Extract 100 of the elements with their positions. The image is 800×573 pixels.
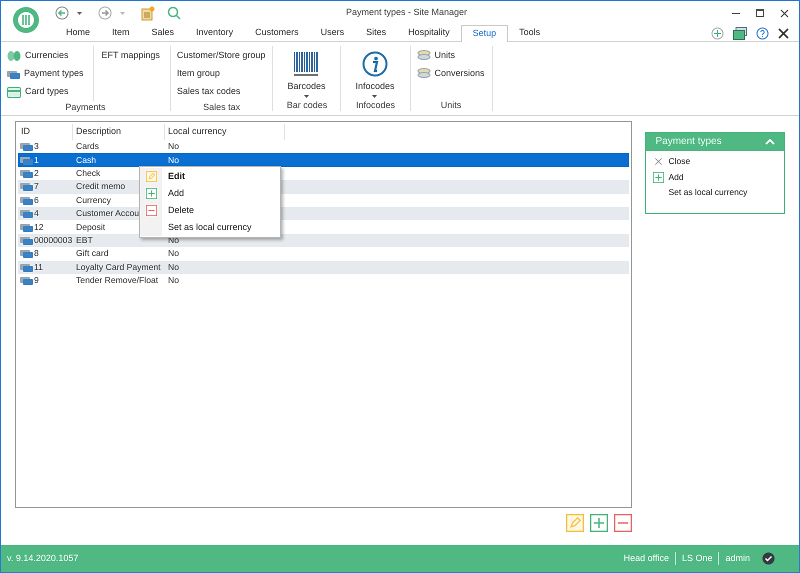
ribbon-group-label: Infocodes (354, 99, 396, 111)
delete-icon (146, 205, 156, 216)
ribbon-tab[interactable]: Inventory (185, 24, 244, 41)
panel-title: Payment types (655, 135, 722, 149)
ribbon-tab[interactable]: Users (310, 24, 356, 41)
ribbon-tab[interactable]: Tools (508, 24, 552, 41)
column-header[interactable]: Local currency (165, 124, 285, 140)
menu-item[interactable]: Set as local currency (140, 219, 280, 236)
table-cell: Currency (76, 194, 111, 207)
panel-action[interactable]: Add (653, 170, 777, 185)
forward-icon[interactable] (98, 6, 112, 20)
caret-icon[interactable] (77, 12, 82, 14)
add-icon[interactable] (711, 26, 724, 40)
card-stack-icon (20, 262, 33, 272)
table-cell-text: No (167, 274, 179, 288)
table-cell: Cash (76, 154, 96, 167)
coins-icon (7, 50, 21, 62)
ribbon-tab[interactable]: Hospitality (397, 24, 461, 41)
windows-icon[interactable] (733, 26, 747, 40)
table-cell: 11 (34, 260, 43, 274)
add-icon (146, 188, 156, 199)
ribbon-button[interactable]: Sales tax codes (176, 83, 266, 101)
table-cell: 4 (34, 207, 39, 220)
menu-item[interactable]: Delete (140, 202, 280, 219)
ribbon-group-label: Bar codes (286, 99, 328, 111)
add-button[interactable] (590, 514, 608, 532)
ribbon-tab[interactable]: Home (55, 24, 102, 41)
table-cell: 2 (34, 167, 39, 180)
ribbon-tab[interactable]: Sites (355, 24, 398, 41)
table-cell: 7 (34, 180, 39, 194)
table-cell-text: No (167, 140, 179, 154)
ribbon-button[interactable]: Conversions (416, 65, 485, 83)
column-header[interactable]: ID (18, 124, 73, 140)
ribbon-tab[interactable]: Item (101, 24, 141, 41)
pencil-icon (146, 171, 156, 182)
card-stack-icon (20, 168, 33, 178)
barcodes-button[interactable]: Barcodes (279, 47, 334, 98)
back-icon[interactable] (55, 6, 69, 20)
close-icon (653, 156, 664, 168)
ribbon-tab[interactable]: Setup (460, 25, 508, 42)
panel-action[interactable]: Set as local currency (653, 185, 777, 200)
table-cell: Loyalty Card Payment (76, 260, 161, 274)
ribbon-button[interactable]: Item group (176, 65, 266, 83)
card-stack-icon (20, 196, 33, 205)
delete-icon (614, 514, 632, 532)
table-cell: Cards (76, 140, 99, 154)
add-icon (653, 172, 664, 183)
menu-item[interactable]: Edit (140, 168, 280, 185)
table-cell: Customer Accou (76, 207, 140, 220)
minimize-icon[interactable] (732, 12, 740, 14)
card-stack-icon (20, 236, 33, 245)
delete-button[interactable] (614, 514, 632, 532)
table-cell: Tender Remove/Float (76, 274, 158, 288)
pencil-icon (566, 514, 584, 532)
caret-icon (372, 95, 378, 98)
card-icon (7, 86, 21, 98)
notepad-icon[interactable] (141, 6, 155, 20)
collapse-icon[interactable] (765, 138, 775, 144)
ribbon-button[interactable]: EFT mappings (102, 47, 160, 65)
search-icon[interactable] (167, 6, 181, 20)
check-icon (762, 552, 775, 565)
ribbon-tab[interactable]: Customers (244, 24, 310, 41)
barcode-icon (293, 51, 320, 77)
app-logo (11, 5, 41, 35)
ribbon-button[interactable]: Currencies (7, 47, 84, 65)
table-cell: Gift card (76, 247, 108, 260)
coins-icon (416, 68, 430, 80)
menu-item[interactable]: Add (140, 185, 280, 202)
ribbon-button[interactable]: Payment types (7, 65, 84, 83)
status-item: LS One (674, 552, 718, 566)
ribbon-button[interactable]: Units (416, 47, 485, 65)
card-stack-icon (20, 276, 33, 286)
ribbon-button[interactable]: Customer/Store group (176, 47, 266, 65)
table-cell: 6 (34, 194, 39, 207)
version-label: v. 9.14.2020.1057 (7, 552, 78, 565)
column-header[interactable]: Description (73, 124, 165, 140)
help-icon[interactable] (756, 26, 769, 40)
ribbon-button[interactable]: Card types (7, 83, 84, 101)
status-item: Head office (622, 552, 670, 565)
status-item: admin (718, 552, 756, 566)
selected-row[interactable]: 1 Cash No (18, 153, 630, 167)
infocodes-button[interactable]: Infocodes (347, 47, 402, 98)
window-title: Payment types - Site Manager (346, 6, 468, 20)
card-stack-icon (20, 222, 33, 232)
close-icon[interactable] (778, 28, 789, 39)
ribbon-tab[interactable]: Sales (140, 24, 186, 41)
table-cell: 12 (34, 220, 44, 234)
table-cell: Check (76, 167, 100, 180)
card-stack-icon (20, 249, 33, 258)
card-stack-icon (20, 182, 33, 192)
coins-icon (416, 50, 430, 62)
maximize-icon[interactable] (756, 9, 764, 18)
card-stack-icon (20, 156, 33, 165)
table-cell-text: No (167, 247, 179, 260)
table-cell-text: No (167, 154, 179, 167)
table-cell: EBT (76, 234, 93, 247)
panel-action[interactable]: Close (653, 154, 777, 170)
table-cell: Credit memo (76, 180, 126, 194)
close-icon[interactable] (780, 8, 789, 18)
table-cell: 8 (34, 247, 39, 260)
